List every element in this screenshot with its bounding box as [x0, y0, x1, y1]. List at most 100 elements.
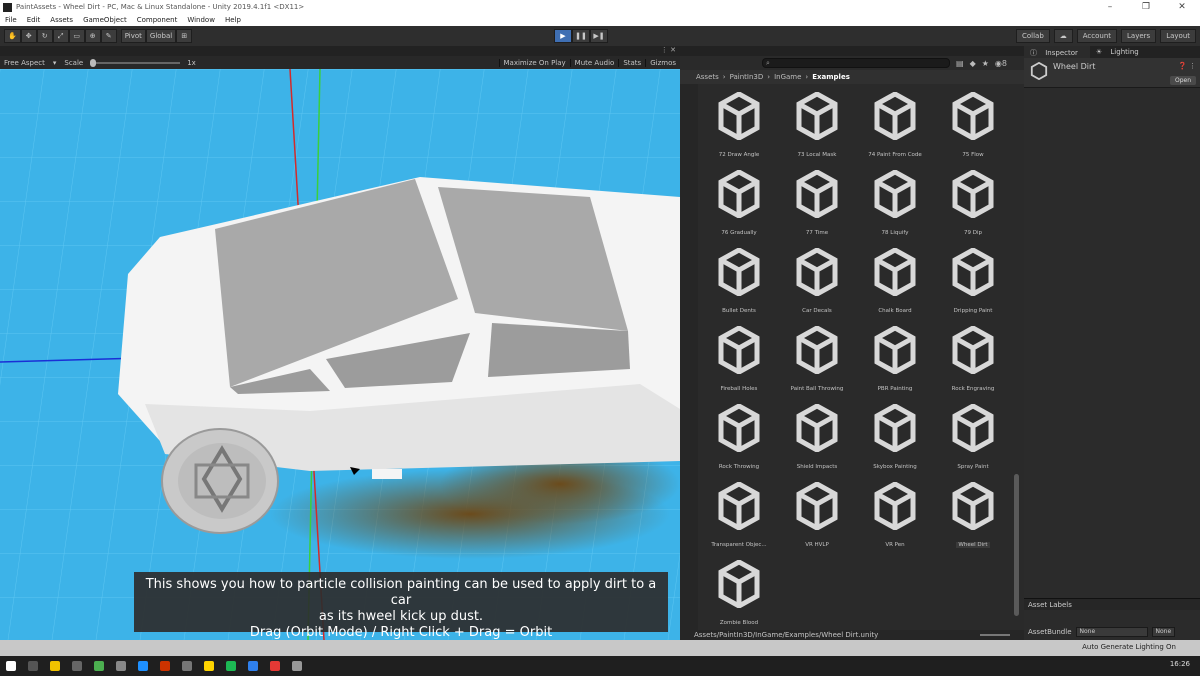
play-button[interactable]: ▶	[554, 29, 572, 43]
asset-label: Paint Ball Throwing	[790, 386, 844, 392]
asset-item[interactable]: 74 Paint From Code	[856, 88, 934, 166]
menu-component[interactable]: Component	[132, 16, 183, 24]
move-tool-icon[interactable]: ✥	[20, 29, 37, 43]
maximize-on-play-toggle[interactable]: Maximize On Play	[498, 58, 570, 67]
menu-gameobject[interactable]: GameObject	[78, 16, 132, 24]
pause-button[interactable]: ❚❚	[572, 29, 590, 43]
asset-item[interactable]: 73 Local Mask	[778, 88, 856, 166]
breadcrumb-assets[interactable]: Assets	[696, 73, 719, 81]
pivot-button[interactable]: Pivot	[120, 29, 146, 43]
breadcrumb-examples[interactable]: Examples	[812, 73, 850, 81]
stats-toggle[interactable]: Stats	[618, 58, 645, 67]
asset-item[interactable]: Zombie Blood	[700, 556, 778, 634]
photoshop-icon[interactable]	[138, 661, 148, 671]
asset-bundle-dropdown[interactable]: None	[1075, 627, 1148, 637]
hidden-count-icon[interactable]: ◉8	[995, 59, 1007, 68]
filter-label-icon[interactable]: ◆	[970, 59, 976, 68]
asset-variant-dropdown[interactable]: None	[1151, 627, 1176, 637]
browser-icon[interactable]	[94, 661, 104, 671]
hand-tool-icon[interactable]: ✋	[4, 29, 21, 43]
asset-labels-header[interactable]: Asset Labels	[1024, 598, 1200, 610]
breadcrumb-ingame[interactable]: InGame	[774, 73, 801, 81]
asset-item[interactable]: Wheel Dirt	[934, 478, 1012, 556]
minimize-icon[interactable]: –	[1092, 0, 1128, 14]
global-button[interactable]: Global	[145, 29, 177, 43]
menu-window[interactable]: Window	[182, 16, 220, 24]
mute-audio-toggle[interactable]: Mute Audio	[569, 58, 619, 67]
inspector-header-icons[interactable]: ❓ ⋮	[1178, 62, 1196, 70]
unity-scene-icon	[1030, 62, 1048, 80]
asset-item[interactable]: 77 Time	[778, 166, 856, 244]
scale-slider[interactable]	[90, 58, 181, 67]
asset-item[interactable]: Car Decals	[778, 244, 856, 322]
gizmos-toggle[interactable]: Gizmos	[645, 58, 680, 67]
taskbar-app-icon[interactable]	[270, 661, 280, 671]
icon-size-slider[interactable]	[980, 634, 1010, 636]
asset-item[interactable]: 79 Dip	[934, 166, 1012, 244]
search-icon[interactable]	[28, 661, 38, 671]
custom-tool-icon[interactable]: ✎	[100, 29, 117, 43]
asset-item[interactable]: Shield Impacts	[778, 400, 856, 478]
asset-item[interactable]: 75 Flow	[934, 88, 1012, 166]
close-icon[interactable]: ✕	[1164, 0, 1200, 14]
asset-item[interactable]: Dripping Paint	[934, 244, 1012, 322]
asset-item[interactable]: Chalk Board	[856, 244, 934, 322]
asset-item[interactable]: VR HVLP	[778, 478, 856, 556]
asset-item[interactable]: Rock Engraving	[934, 322, 1012, 400]
game-viewport[interactable]: This shows you how to particle collision…	[0, 69, 680, 640]
cloud-icon[interactable]: ☁	[1053, 29, 1073, 43]
asset-label: Zombie Blood	[719, 620, 759, 626]
asset-item[interactable]: 78 Liquify	[856, 166, 934, 244]
asset-item[interactable]: Transparent Objec...	[700, 478, 778, 556]
asset-item[interactable]: Rock Throwing	[700, 400, 778, 478]
taskbar-app-icon[interactable]	[204, 661, 214, 671]
menu-assets[interactable]: Assets	[45, 16, 78, 24]
menu-file[interactable]: File	[0, 16, 22, 24]
asset-item[interactable]: 76 Gradually	[700, 166, 778, 244]
step-button[interactable]: ▶❚	[590, 29, 608, 43]
tab-inspector[interactable]: ⓘ Inspector	[1024, 46, 1090, 58]
layers-dropdown[interactable]: Layers	[1121, 29, 1157, 43]
asset-item[interactable]: VR Pen	[856, 478, 934, 556]
taskbar-app-icon[interactable]	[116, 661, 126, 671]
layout-dropdown[interactable]: Layout	[1160, 29, 1196, 43]
tab-lighting[interactable]: ☀ Lighting	[1090, 46, 1151, 58]
unity-taskbar-icon[interactable]	[292, 661, 302, 671]
asset-label: 74 Paint From Code	[868, 152, 922, 158]
aspect-dropdown[interactable]: Free Aspect	[0, 59, 49, 67]
illustrator-icon[interactable]	[160, 661, 170, 671]
panel-menu-icon[interactable]: ⋮ ✕	[661, 46, 676, 54]
vscode-icon[interactable]	[248, 661, 258, 671]
project-search-input[interactable]: ⌕	[762, 58, 950, 68]
asset-item[interactable]: Paint Ball Throwing	[778, 322, 856, 400]
spotify-icon[interactable]	[226, 661, 236, 671]
asset-label: 75 Flow	[962, 152, 984, 158]
window-controls: – ❐ ✕	[1092, 0, 1200, 14]
asset-item[interactable]: 72 Draw Angle	[700, 88, 778, 166]
rect-tool-icon[interactable]: ▭	[68, 29, 85, 43]
scale-tool-icon[interactable]: ⤢	[52, 29, 69, 43]
account-dropdown[interactable]: Account	[1076, 29, 1118, 43]
collab-button[interactable]: Collab	[1015, 29, 1050, 43]
favorite-icon[interactable]: ★	[982, 59, 989, 68]
breadcrumb-paintin3d[interactable]: PaintIn3D	[730, 73, 764, 81]
file-explorer-icon[interactable]	[50, 661, 60, 671]
asset-item[interactable]: Fireball Holes	[700, 322, 778, 400]
start-icon[interactable]	[6, 661, 16, 671]
asset-item[interactable]: Skybox Painting	[856, 400, 934, 478]
filter-type-icon[interactable]: ▤	[956, 59, 964, 68]
taskbar-app-icon[interactable]	[72, 661, 82, 671]
menu-help[interactable]: Help	[220, 16, 246, 24]
menu-edit[interactable]: Edit	[22, 16, 46, 24]
asset-item[interactable]: PBR Painting	[856, 322, 934, 400]
taskbar-app-icon[interactable]	[182, 661, 192, 671]
rotate-tool-icon[interactable]: ↻	[36, 29, 53, 43]
snap-icon[interactable]: ⊞	[176, 29, 193, 43]
project-scrollbar[interactable]	[1014, 474, 1019, 616]
asset-item[interactable]: Spray Paint	[934, 400, 1012, 478]
transform-tool-icon[interactable]: ⊕	[84, 29, 101, 43]
open-button[interactable]: Open	[1170, 76, 1196, 85]
asset-item[interactable]: Bullet Dents	[700, 244, 778, 322]
inspector-tabs: ⓘ Inspector ☀ Lighting	[1024, 46, 1200, 58]
restore-icon[interactable]: ❐	[1128, 0, 1164, 14]
